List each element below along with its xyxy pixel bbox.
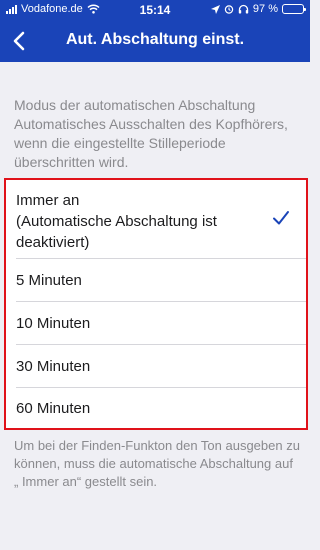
option-60-minutes[interactable]: 60 Minuten — [6, 388, 306, 428]
option-30-minutes[interactable]: 30 Minuten — [6, 345, 306, 387]
option-5-minutes[interactable]: 5 Minuten — [6, 259, 306, 301]
option-10-minutes[interactable]: 10 Minuten — [6, 302, 306, 344]
auto-off-options-list: Immer an (Automatische Abschaltung ist de… — [4, 178, 308, 430]
status-bar: Vodafone.de 15:14 97 % — [0, 0, 310, 20]
mode-description: Modus der automatischen Abschaltung Auto… — [14, 97, 288, 170]
option-label: 10 Minuten — [16, 315, 91, 332]
option-label: 5 Minuten — [16, 272, 82, 289]
checkmark-icon — [273, 211, 289, 225]
nav-header: Vodafone.de 15:14 97 % Aut. Abschaltung … — [0, 0, 310, 62]
page-title: Aut. Abschaltung einst. — [65, 31, 245, 48]
option-always-on[interactable]: Immer an (Automatische Abschaltung ist de… — [6, 180, 306, 258]
option-label: 60 Minuten — [16, 400, 91, 417]
option-label: 30 Minuten — [16, 358, 91, 375]
battery-icon — [282, 4, 306, 14]
footer-note: Um bei der Finden-Funkton den Ton ausgeb… — [14, 438, 300, 489]
location-icon — [210, 4, 220, 14]
headphones-icon — [238, 4, 249, 14]
option-label: Immer an (Automatische Abschaltung ist de… — [16, 192, 217, 251]
battery-percent: 97 % — [252, 3, 278, 15]
alarm-icon — [224, 5, 234, 14]
